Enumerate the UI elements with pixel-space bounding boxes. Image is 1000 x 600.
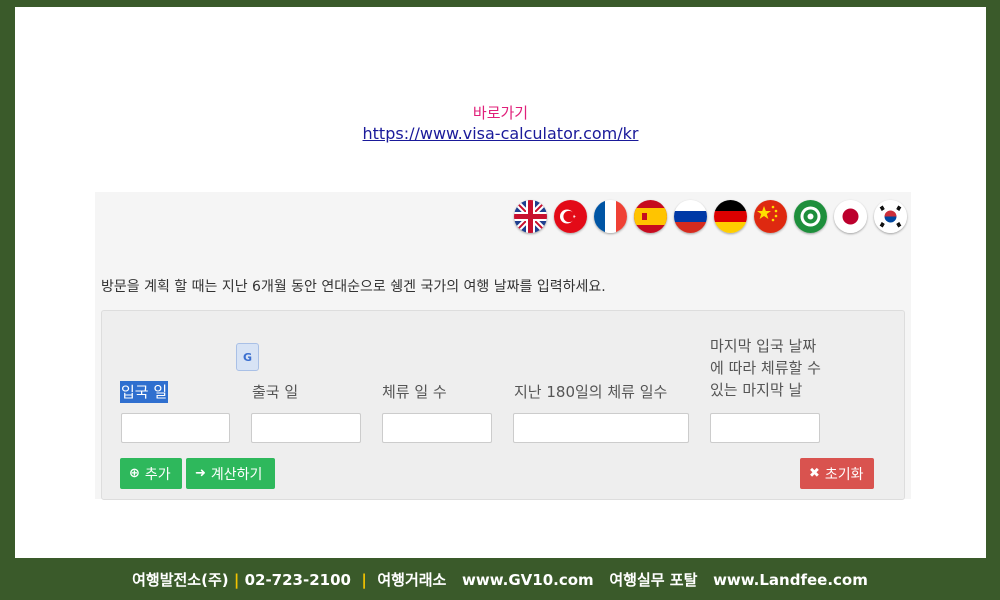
reset-button[interactable]: ✖ 초기화 <box>800 458 874 489</box>
instruction-text: 방문을 계획 할 때는 지난 6개월 동안 연대순으로 쉥겐 국가의 여행 날짜… <box>101 279 606 295</box>
language-flags <box>514 200 907 233</box>
russia-flag-icon[interactable] <box>674 200 707 233</box>
close-icon: ✖ <box>809 466 820 481</box>
calculator-panel: G 입국 일 출국 일 체류 일 수 지난 180일의 체류 일수 마지막 입국… <box>101 310 905 500</box>
footer-separator: | <box>361 571 367 589</box>
last-180-days-input[interactable] <box>513 413 689 443</box>
exit-date-input[interactable] <box>251 413 361 443</box>
add-button[interactable]: ⊕ 추가 <box>120 458 182 489</box>
footer-portal-label: 여행실무 포탈 <box>609 571 698 589</box>
last-exit-date-input[interactable] <box>710 413 820 443</box>
spain-flag-icon[interactable] <box>634 200 667 233</box>
france-flag-icon[interactable] <box>594 200 627 233</box>
entry-date-label: 입국 일 <box>120 381 169 403</box>
last-180-days-label: 지난 180일의 체류 일수 <box>514 383 668 401</box>
stay-days-input[interactable] <box>382 413 492 443</box>
last-exit-label-line3: 있는 마지막 날 <box>710 381 803 399</box>
footer-portal-url[interactable]: www.Landfee.com <box>713 571 868 589</box>
arab-league-flag-icon[interactable] <box>794 200 827 233</box>
arrow-right-icon: ➜ <box>195 466 206 481</box>
shortcut-link[interactable]: https://www.visa-calculator.com/kr <box>15 123 986 145</box>
germany-flag-icon[interactable] <box>714 200 747 233</box>
footer-company: 여행발전소(주) <box>132 571 229 589</box>
footer-exchange-label: 여행거래소 <box>377 571 447 589</box>
content-frame: 바로가기 https://www.visa-calculator.com/kr <box>15 7 986 558</box>
footer-exchange-url[interactable]: www.GV10.com <box>462 571 594 589</box>
reset-button-label: 초기화 <box>824 466 864 483</box>
footer-separator: | <box>233 571 240 589</box>
last-exit-label-line2: 에 따라 체류할 수 <box>710 359 821 377</box>
footer-bar: 여행발전소(주) | 02-723-2100 | 여행거래소 www.GV10.… <box>0 569 1000 590</box>
turkey-flag-icon[interactable] <box>554 200 587 233</box>
entry-date-input[interactable] <box>121 413 230 443</box>
last-exit-date-label: 마지막 입국 날짜 에 따라 체류할 수 있는 마지막 날 <box>710 335 821 401</box>
calculate-button-label: 계산하기 <box>210 466 263 483</box>
add-button-label: 추가 <box>144 466 171 483</box>
shortcut-block: 바로가기 https://www.visa-calculator.com/kr <box>15 103 986 145</box>
last-exit-label-line1: 마지막 입국 날짜 <box>710 337 817 355</box>
china-flag-icon[interactable] <box>754 200 787 233</box>
korea-flag-icon[interactable] <box>874 200 907 233</box>
translate-icon[interactable]: G <box>236 343 259 371</box>
stay-days-label: 체류 일 수 <box>382 383 447 401</box>
footer-phone: 02-723-2100 <box>244 571 351 589</box>
shortcut-label: 바로가기 <box>472 104 529 122</box>
calculate-button[interactable]: ➜ 계산하기 <box>186 458 275 489</box>
japan-flag-icon[interactable] <box>834 200 867 233</box>
plus-circle-icon: ⊕ <box>129 466 140 481</box>
calculator-screenshot: 방문을 계획 할 때는 지난 6개월 동안 연대순으로 쉥겐 국가의 여행 날짜… <box>95 192 911 500</box>
exit-date-label: 출국 일 <box>252 383 299 401</box>
uk-flag-icon[interactable] <box>514 200 547 233</box>
